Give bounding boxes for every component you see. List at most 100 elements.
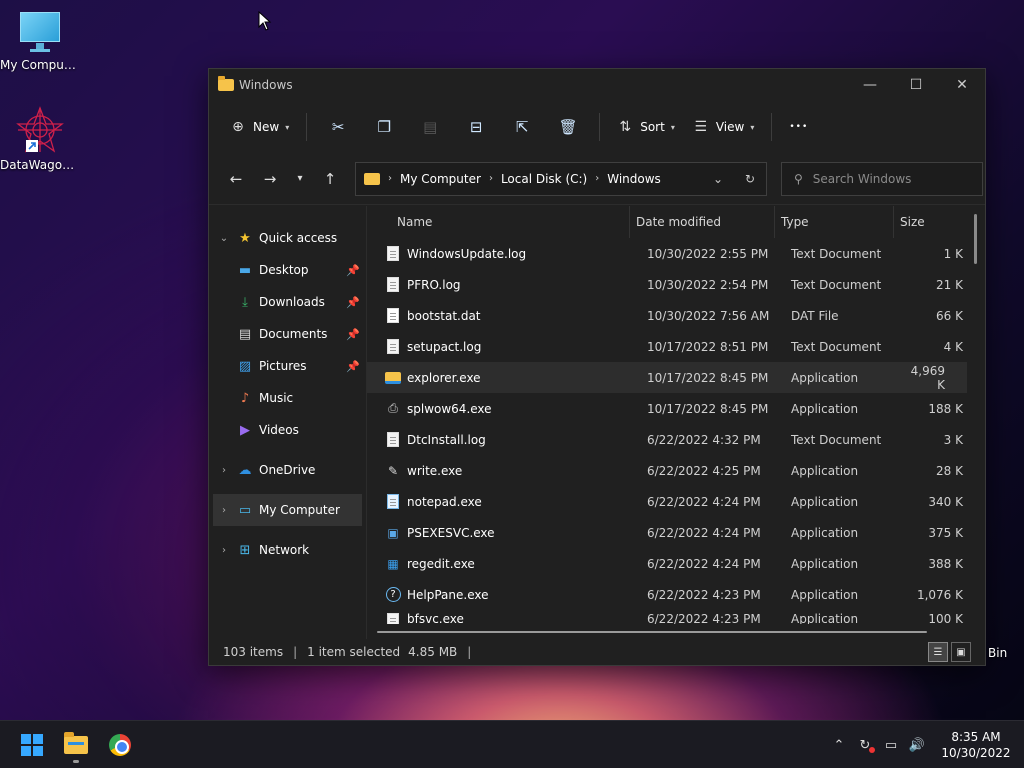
file-size: 340 K (928, 494, 963, 509)
nav-videos[interactable]: ▶ Videos (209, 414, 366, 446)
file-list: Name Date modified Type Size WindowsUpda… (367, 206, 985, 639)
up-button[interactable]: ↑ (313, 164, 347, 194)
column-header-type[interactable]: Type (775, 215, 893, 229)
chevron-right-icon: › (222, 504, 226, 516)
network-status-icon[interactable]: ▭ (878, 738, 904, 753)
recent-locations-button[interactable]: ▾ (287, 164, 313, 194)
breadcrumb-my-computer[interactable]: My Computer (400, 172, 481, 186)
file-date: 6/22/2022 4:25 PM (647, 463, 761, 478)
download-icon: ⤓ (242, 294, 248, 310)
command-bar: ⊕ New ▾ ✂ ❐ ▤ ⊟ ⇱ 🗑 ⇅ Sort ▾ ☰ View ▾ ••… (209, 101, 985, 153)
chevron-down-icon: ▾ (285, 122, 290, 132)
pin-icon[interactable]: 📌 (346, 264, 360, 277)
share-button[interactable]: ⇱ (499, 110, 545, 144)
nav-pictures[interactable]: ▨ Pictures 📌 (209, 350, 366, 382)
file-date: 6/22/2022 4:24 PM (647, 525, 761, 540)
file-row[interactable]: notepad.exe 6/22/2022 4:24 PM Applicatio… (367, 486, 985, 517)
desktop-icon-my-computer[interactable]: My Computer (0, 10, 80, 72)
file-size: 1,076 K (916, 587, 963, 602)
address-history-button[interactable]: ⌄ (702, 172, 734, 186)
file-row-selected[interactable]: explorer.exe 10/17/2022 8:45 PM Applicat… (367, 362, 967, 393)
nav-quick-access[interactable]: ⌄ ★ Quick access (209, 222, 366, 254)
more-options-button[interactable]: ••• (780, 110, 817, 144)
file-row[interactable]: WindowsUpdate.log 10/30/2022 2:55 PM Tex… (367, 238, 985, 269)
pin-icon[interactable]: 📌 (346, 296, 360, 309)
rename-button[interactable]: ⊟ (453, 110, 499, 144)
nav-downloads[interactable]: ⤓ Downloads 📌 (209, 286, 366, 318)
refresh-button[interactable]: ↻ (734, 172, 766, 186)
explorer-folder-icon (385, 370, 401, 386)
clock-date: 10/30/2022 (941, 746, 1011, 760)
text-file-icon (385, 277, 401, 293)
clock[interactable]: 8:35 AM 10/30/2022 (934, 729, 1018, 761)
taskbar-file-explorer[interactable] (54, 725, 98, 765)
column-header-size[interactable]: Size (894, 215, 958, 229)
breadcrumb-windows[interactable]: Windows (607, 172, 661, 186)
more-icon: ••• (789, 122, 809, 132)
file-type: Application (791, 401, 859, 416)
cut-button[interactable]: ✂ (315, 110, 361, 144)
desktop-icon-datawagon[interactable]: DataWagon... (0, 106, 80, 172)
file-icon (385, 308, 401, 324)
horizontal-scrollbar[interactable] (377, 631, 927, 633)
pin-icon[interactable]: 📌 (346, 328, 360, 341)
nav-my-computer[interactable]: › ▭ My Computer (213, 494, 362, 526)
forward-button[interactable]: → (253, 164, 287, 194)
maximize-button[interactable]: ☐ (893, 69, 939, 101)
search-box[interactable]: ⚲ Search Windows (781, 161, 983, 196)
file-row[interactable]: ⎙ splwow64.exe 10/17/2022 8:45 PM Applic… (367, 393, 985, 424)
file-row[interactable]: setupact.log 10/17/2022 8:51 PM Text Doc… (367, 331, 985, 362)
file-row[interactable]: ? HelpPane.exe 6/22/2022 4:23 PM Applica… (367, 579, 985, 610)
file-row[interactable]: bfsvc.exe 6/22/2022 4:23 PM Application … (367, 610, 985, 624)
file-name: write.exe (407, 463, 463, 478)
nav-network[interactable]: › ⊞ Network (209, 534, 366, 566)
music-icon: ♪ (240, 390, 250, 406)
view-button[interactable]: ☰ View ▾ (684, 110, 764, 144)
file-row[interactable]: ✎ write.exe 6/22/2022 4:25 PM Applicatio… (367, 455, 985, 486)
update-status-icon[interactable]: ↻ (852, 738, 878, 753)
breadcrumb-local-disk[interactable]: Local Disk (C:) (501, 172, 587, 186)
column-header-date[interactable]: Date modified (630, 215, 774, 229)
nav-onedrive[interactable]: › ☁ OneDrive (209, 454, 366, 486)
recycle-bin-label[interactable]: Bin (988, 646, 1007, 660)
delete-button[interactable]: 🗑 (545, 110, 591, 144)
back-button[interactable]: ← (219, 164, 253, 194)
close-button[interactable]: ✕ (939, 69, 985, 101)
file-row[interactable]: DtcInstall.log 6/22/2022 4:32 PM Text Do… (367, 424, 985, 455)
nav-desktop[interactable]: ▬ Desktop 📌 (209, 254, 366, 286)
file-name: PFRO.log (407, 277, 461, 292)
nav-label: Quick access (259, 231, 338, 245)
sort-label: Sort (640, 120, 665, 134)
show-hidden-icons-button[interactable]: ⌃ (826, 738, 852, 753)
file-name: bfsvc.exe (407, 612, 464, 624)
file-row[interactable]: bootstat.dat 10/30/2022 7:56 AM DAT File… (367, 300, 985, 331)
picture-icon: ▨ (238, 358, 252, 374)
running-indicator (73, 759, 79, 763)
volume-icon[interactable]: 🔊 (904, 738, 930, 753)
taskbar-chrome[interactable] (98, 725, 142, 765)
address-bar[interactable]: › My Computer › Local Disk (C:) › Window… (355, 161, 767, 196)
column-header-name[interactable]: Name (389, 215, 629, 229)
paste-button[interactable]: ▤ (407, 110, 453, 144)
file-name: DtcInstall.log (407, 432, 486, 447)
tiles-view-button[interactable]: ▣ (951, 642, 971, 662)
new-button[interactable]: ⊕ New ▾ (221, 110, 298, 144)
nav-music[interactable]: ♪ Music (209, 382, 366, 414)
pin-icon[interactable]: 📌 (346, 360, 360, 373)
details-view-button[interactable]: ☰ (928, 642, 948, 662)
monitor-icon: ▭ (238, 502, 252, 518)
file-row[interactable]: PFRO.log 10/30/2022 2:54 PM Text Documen… (367, 269, 985, 300)
details-view-icon: ☰ (933, 646, 943, 658)
file-date: 6/22/2022 4:23 PM (647, 587, 761, 602)
copy-button[interactable]: ❐ (361, 110, 407, 144)
start-button[interactable] (10, 725, 54, 765)
nav-documents[interactable]: ▤ Documents 📌 (209, 318, 366, 350)
desktop-icon-label: DataWagon... (0, 158, 80, 172)
file-row[interactable]: ▦ regedit.exe 6/22/2022 4:24 PM Applicat… (367, 548, 985, 579)
vertical-scrollbar[interactable] (974, 214, 977, 264)
file-date: 6/22/2022 4:23 PM (647, 612, 761, 624)
minimize-button[interactable]: — (847, 69, 893, 101)
sort-button[interactable]: ⇅ Sort ▾ (608, 110, 684, 144)
file-row[interactable]: ▣ PSEXESVC.exe 6/22/2022 4:24 PM Applica… (367, 517, 985, 548)
title-bar[interactable]: Windows — ☐ ✕ (209, 69, 985, 101)
